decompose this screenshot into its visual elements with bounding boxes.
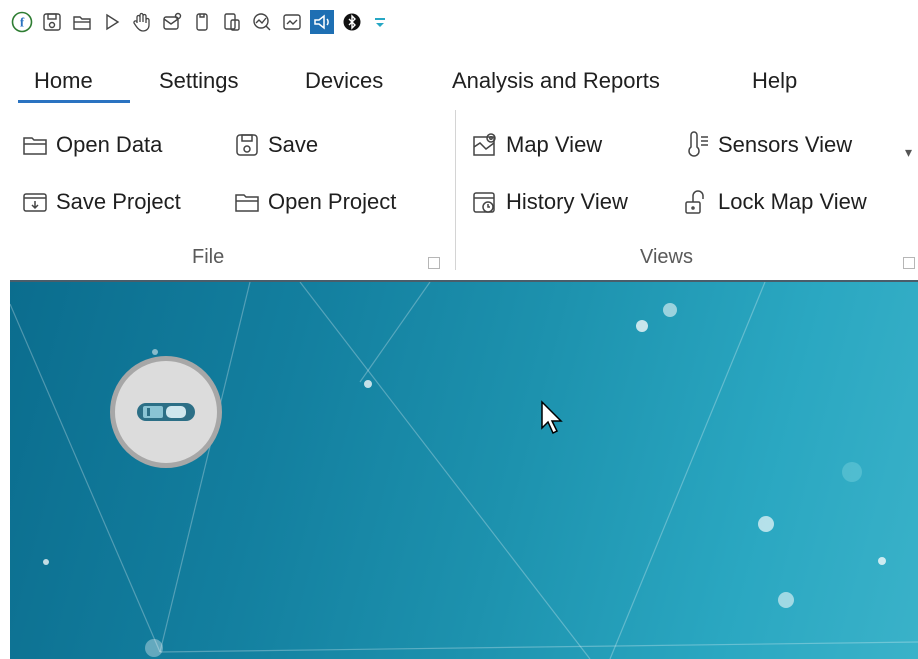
file-group-launcher-icon[interactable] [428, 257, 440, 269]
file-group-label: File [192, 246, 225, 268]
save-project-icon [20, 187, 50, 217]
chevron-down-icon[interactable]: ▾ [905, 144, 912, 161]
app-logo-icon[interactable]: f [10, 10, 34, 34]
map-icon [470, 130, 500, 160]
save-project-button[interactable]: Save Project [20, 187, 181, 217]
save-project-label: Save Project [56, 189, 181, 214]
svg-text:f: f [20, 15, 25, 30]
open-folder-icon[interactable] [70, 10, 94, 34]
tab-settings[interactable]: Settings [159, 68, 239, 94]
open-project-label: Open Project [268, 189, 397, 214]
open-project-button[interactable]: Open Project [232, 187, 396, 217]
save-icon [232, 130, 262, 160]
save-button[interactable]: Save [232, 130, 318, 160]
views-group-label: Views [640, 246, 693, 268]
open-data-button[interactable]: Open Data [20, 130, 162, 160]
ribbon-tabs: Home Settings Devices Analysis and Repor… [0, 60, 918, 104]
ribbon-panel: Open Data Save Save Project Open Project… [0, 110, 918, 280]
tab-analysis-and-reports[interactable]: Analysis and Reports [452, 68, 660, 94]
open-data-label: Open Data [56, 132, 163, 157]
sensors-view-label: Sensors View [718, 132, 853, 157]
tab-help[interactable]: Help [752, 68, 797, 94]
usb-logger-device-icon [137, 403, 195, 421]
lock-map-view-label: Lock Map View [718, 189, 867, 214]
group-separator [455, 110, 456, 270]
mouse-cursor-icon [541, 400, 563, 435]
open-folder-icon [20, 130, 50, 160]
tab-home[interactable]: Home [34, 68, 93, 94]
play-icon[interactable] [100, 10, 124, 34]
background-network-lines [10, 282, 918, 659]
device-icon[interactable] [190, 10, 214, 34]
export-icon[interactable] [220, 10, 244, 34]
views-group-launcher-icon[interactable] [903, 257, 915, 269]
report-icon[interactable] [280, 10, 304, 34]
hand-icon[interactable] [130, 10, 154, 34]
history-view-label: History View [506, 189, 628, 214]
main-canvas[interactable] [10, 282, 918, 659]
quick-access-toolbar: f [0, 0, 918, 44]
save-label: Save [268, 132, 319, 157]
unlock-icon [682, 187, 712, 217]
open-folder-icon [232, 187, 262, 217]
device-button[interactable] [110, 356, 222, 468]
lock-map-view-button[interactable]: Lock Map View [682, 187, 867, 217]
analysis-icon[interactable] [250, 10, 274, 34]
active-tab-indicator [18, 100, 130, 103]
map-view-label: Map View [506, 132, 603, 157]
mail-icon[interactable] [160, 10, 184, 34]
customize-toolbar-icon[interactable] [368, 10, 392, 34]
bluetooth-icon[interactable] [340, 10, 364, 34]
volume-icon[interactable] [310, 10, 334, 34]
tab-devices[interactable]: Devices [305, 68, 383, 94]
history-view-button[interactable]: History View [470, 187, 628, 217]
sensors-view-button[interactable]: Sensors View [682, 130, 852, 160]
thermometer-icon [682, 130, 712, 160]
save-icon[interactable] [40, 10, 64, 34]
map-view-button[interactable]: Map View [470, 130, 602, 160]
history-calendar-icon [470, 187, 500, 217]
